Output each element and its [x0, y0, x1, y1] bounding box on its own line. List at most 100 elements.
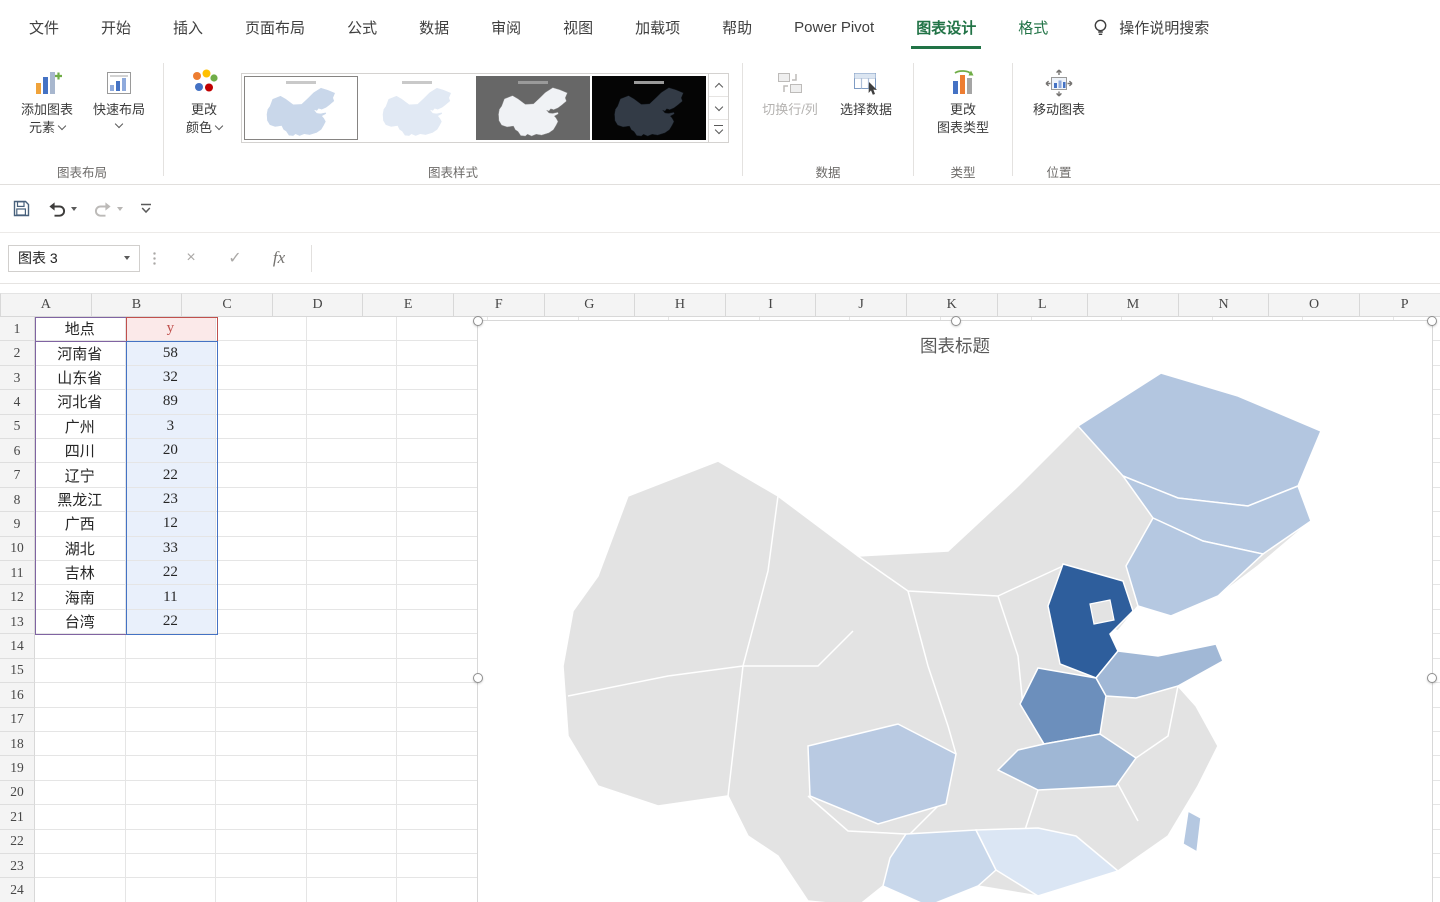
row-header-21[interactable]: 21 — [0, 805, 35, 830]
row-header-13[interactable]: 13 — [0, 609, 35, 635]
cell-E9[interactable] — [397, 512, 488, 537]
cell-C24[interactable] — [216, 878, 307, 902]
cell-D13[interactable] — [306, 609, 398, 635]
tab-formulas[interactable]: 公式 — [326, 0, 398, 55]
cell-B12[interactable]: 11 — [125, 585, 217, 610]
cell-E3[interactable] — [397, 365, 488, 391]
row-header-9[interactable]: 9 — [0, 512, 35, 537]
cell-E7[interactable] — [397, 463, 488, 488]
column-header-D[interactable]: D — [272, 293, 364, 317]
cell-B15[interactable] — [125, 658, 217, 684]
row-header-20[interactable]: 20 — [0, 780, 35, 806]
row-header-5[interactable]: 5 — [0, 414, 35, 440]
cell-D18[interactable] — [306, 731, 398, 757]
column-header-P[interactable]: P — [1359, 293, 1440, 317]
cell-C1[interactable] — [216, 317, 307, 342]
cell-C20[interactable] — [216, 780, 307, 806]
tab-home[interactable]: 开始 — [80, 0, 152, 55]
cell-C19[interactable] — [216, 756, 307, 781]
cell-D7[interactable] — [306, 463, 398, 488]
tab-power-pivot[interactable]: Power Pivot — [773, 0, 895, 55]
chart-title[interactable]: 图表标题 — [478, 333, 1432, 358]
row-header-22[interactable]: 22 — [0, 829, 35, 854]
cell-D16[interactable] — [306, 683, 398, 708]
tab-file[interactable]: 文件 — [8, 0, 80, 55]
cell-A12[interactable]: 海南 — [35, 585, 126, 610]
cell-C10[interactable] — [216, 536, 307, 562]
cell-D3[interactable] — [306, 365, 398, 391]
select-data-button[interactable]: 选择数据 — [828, 61, 904, 119]
row-header-12[interactable]: 12 — [0, 585, 35, 610]
column-header-H[interactable]: H — [635, 293, 726, 317]
cell-B5[interactable]: 3 — [125, 414, 217, 440]
cell-A13[interactable]: 台湾 — [35, 609, 126, 635]
tab-chart-design[interactable]: 图表设计 — [895, 0, 997, 55]
row-header-23[interactable]: 23 — [0, 853, 35, 879]
chart-resize-handle-middle-right[interactable] — [1427, 673, 1437, 683]
row-header-19[interactable]: 19 — [0, 756, 35, 781]
cell-D17[interactable] — [306, 707, 398, 732]
undo-button[interactable] — [47, 200, 77, 218]
cell-A15[interactable] — [35, 658, 126, 684]
cell-B13[interactable]: 22 — [125, 609, 217, 635]
name-box[interactable]: 图表 3 — [8, 244, 140, 272]
row-header-6[interactable]: 6 — [0, 439, 35, 464]
cell-D8[interactable] — [306, 487, 398, 513]
cell-A17[interactable] — [35, 707, 126, 732]
cell-B18[interactable] — [125, 731, 217, 757]
gallery-scroll-up-button[interactable] — [709, 74, 728, 97]
cell-A11[interactable]: 吉林 — [35, 561, 126, 586]
gallery-scroll-down-button[interactable] — [709, 97, 728, 120]
cell-D2[interactable] — [306, 341, 398, 366]
move-chart-button[interactable]: 移动图表 — [1022, 61, 1096, 119]
row-header-7[interactable]: 7 — [0, 463, 35, 488]
cell-E14[interactable] — [397, 634, 488, 659]
cell-E16[interactable] — [397, 683, 488, 708]
cell-C8[interactable] — [216, 487, 307, 513]
cell-D23[interactable] — [306, 853, 398, 879]
cell-C5[interactable] — [216, 414, 307, 440]
select-all-button[interactable] — [0, 293, 1, 317]
cell-A1[interactable]: 地点 — [35, 317, 126, 342]
column-header-K[interactable]: K — [906, 293, 998, 317]
cell-A7[interactable]: 辽宁 — [35, 463, 126, 488]
chart-style-thumbnail-2[interactable] — [360, 76, 474, 140]
cell-E18[interactable] — [397, 731, 488, 757]
cell-E23[interactable] — [397, 853, 488, 879]
cell-D14[interactable] — [306, 634, 398, 659]
column-header-O[interactable]: O — [1269, 293, 1360, 317]
cell-D20[interactable] — [306, 780, 398, 806]
cell-D10[interactable] — [306, 536, 398, 562]
cell-B9[interactable]: 12 — [125, 512, 217, 537]
cell-E24[interactable] — [397, 878, 488, 902]
cell-C14[interactable] — [216, 634, 307, 659]
name-box-dropdown-chevron[interactable] — [124, 256, 130, 260]
tab-help[interactable]: 帮助 — [701, 0, 773, 55]
save-button[interactable] — [12, 199, 31, 218]
chart-resize-handle-top-center[interactable] — [951, 316, 961, 326]
cell-B23[interactable] — [125, 853, 217, 879]
change-chart-type-button[interactable]: 更改 图表类型 — [923, 61, 1003, 136]
cell-D1[interactable] — [306, 317, 398, 342]
cell-E5[interactable] — [397, 414, 488, 440]
cell-D11[interactable] — [306, 561, 398, 586]
redo-dropdown-chevron[interactable] — [117, 206, 123, 211]
chart-resize-handle-middle-left[interactable] — [473, 673, 483, 683]
cell-B6[interactable]: 20 — [125, 439, 217, 464]
cell-A4[interactable]: 河北省 — [35, 390, 126, 415]
cell-A9[interactable]: 广西 — [35, 512, 126, 537]
row-header-8[interactable]: 8 — [0, 487, 35, 513]
cell-C7[interactable] — [216, 463, 307, 488]
cell-C3[interactable] — [216, 365, 307, 391]
change-colors-button[interactable]: 更改 颜色 — [173, 61, 235, 136]
column-header-J[interactable]: J — [816, 293, 907, 317]
tab-review[interactable]: 审阅 — [470, 0, 542, 55]
cell-D4[interactable] — [306, 390, 398, 415]
insert-function-button[interactable]: fx — [257, 248, 301, 268]
column-header-C[interactable]: C — [182, 293, 273, 317]
row-header-18[interactable]: 18 — [0, 731, 35, 757]
cell-B20[interactable] — [125, 780, 217, 806]
cell-E17[interactable] — [397, 707, 488, 732]
cell-A8[interactable]: 黑龙江 — [35, 487, 126, 513]
cell-E19[interactable] — [397, 756, 488, 781]
